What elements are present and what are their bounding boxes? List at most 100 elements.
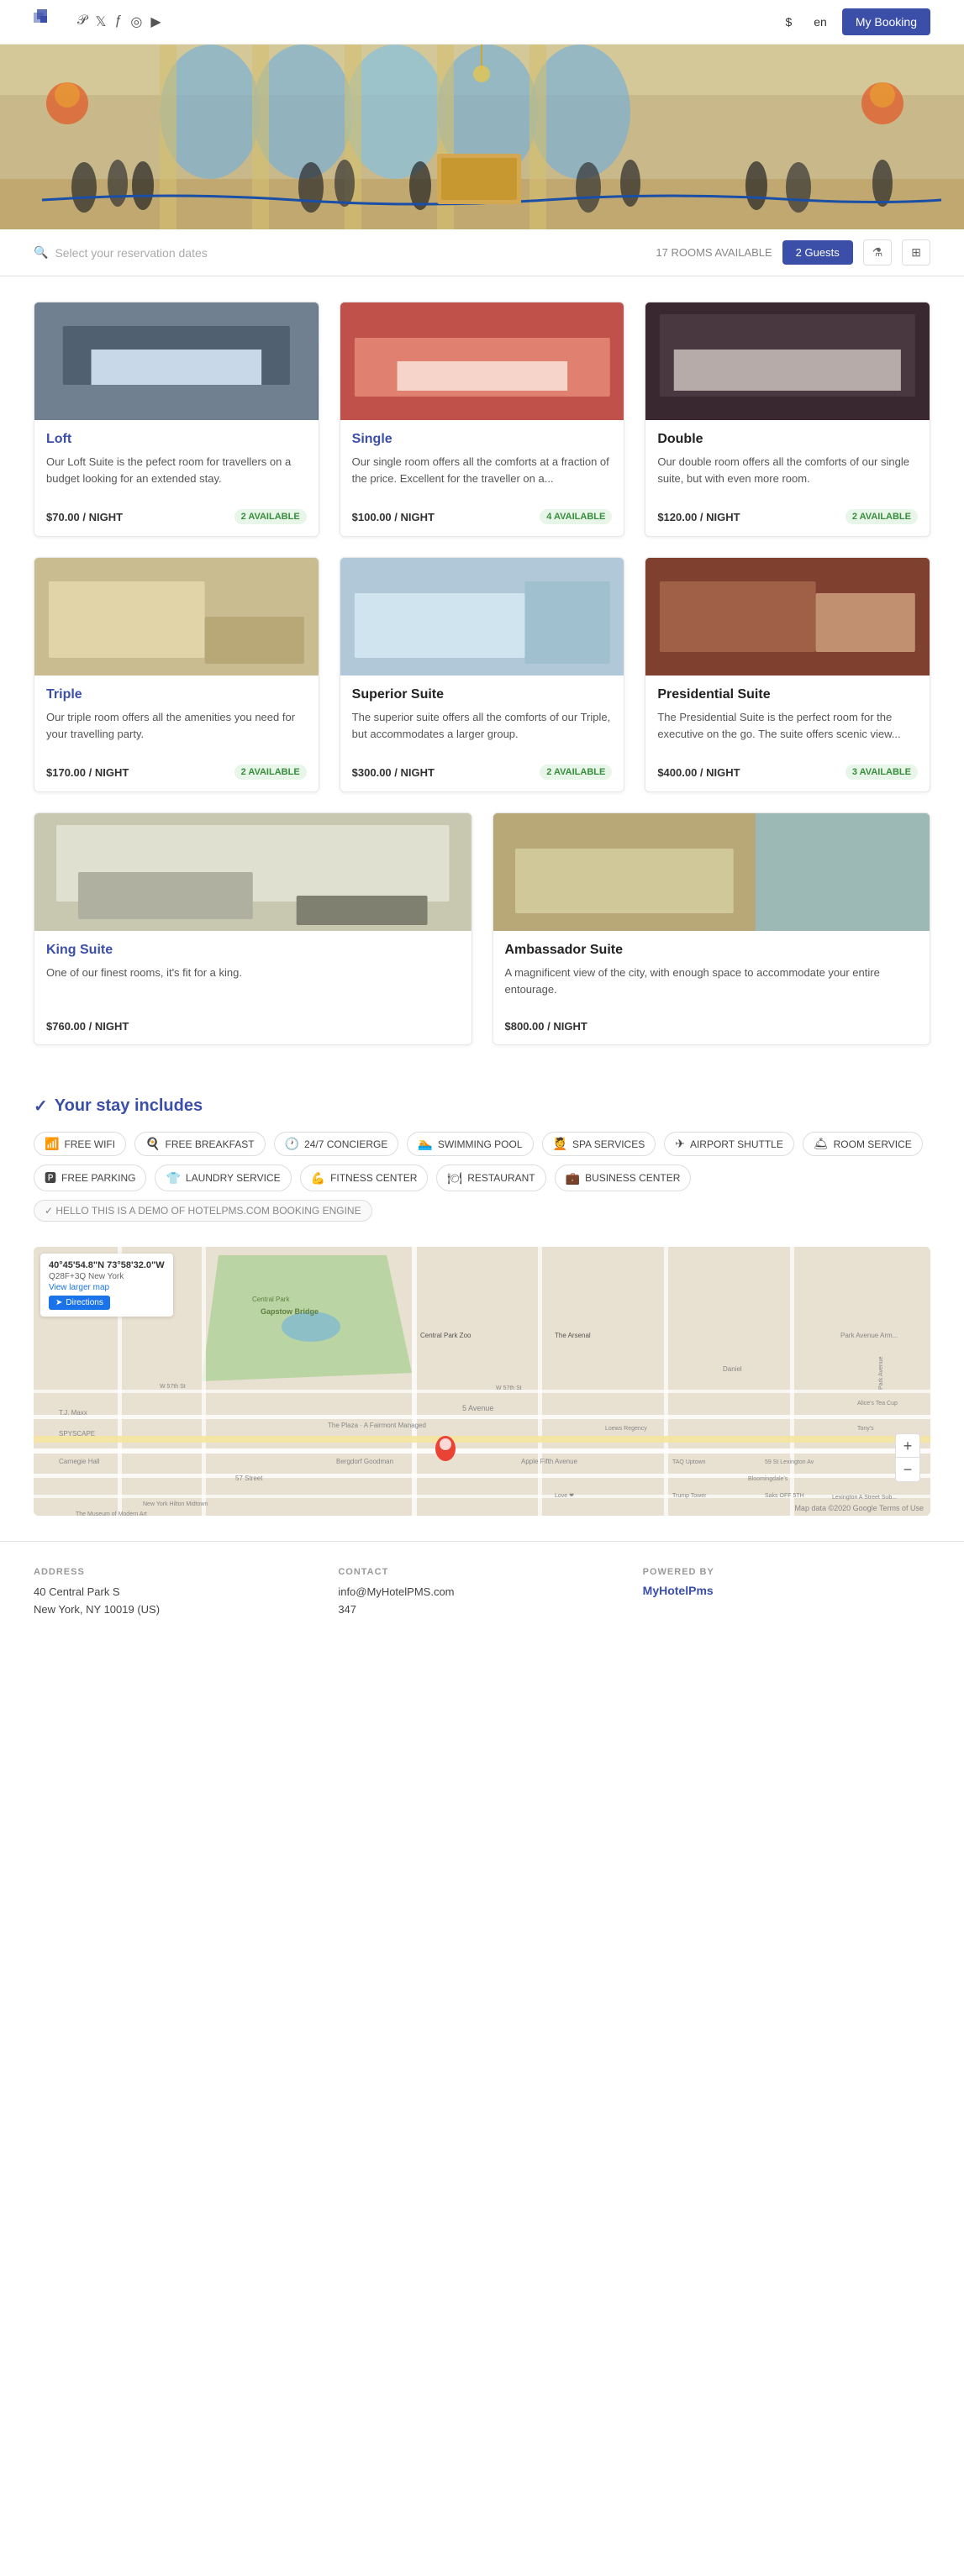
double-price: $120.00 / NIGHT [657,511,740,523]
double-availability: 2 AVAILABLE [845,509,918,524]
amenity-laundry: 👕 LAUNDRY SERVICE [155,1164,291,1191]
twitter-icon[interactable]: 𝕏 [96,13,107,30]
my-booking-button[interactable]: My Booking [842,8,930,35]
svg-text:Lexington A Street Sub...: Lexington A Street Sub... [832,1495,897,1501]
rooms-grid-row2: King Suite One of our finest rooms, it's… [34,812,930,1045]
footer-powered-by-link[interactable]: MyHotelPms [643,1584,714,1597]
room-card-presidential: Presidential Suite The Presidential Suit… [645,557,930,792]
directions-icon: ➤ [55,1298,62,1307]
superior-availability: 2 AVAILABLE [540,765,612,780]
loft-title: Loft [46,432,307,447]
search-placeholder: Select your reservation dates [55,246,207,260]
room-service-icon: 🛎 [814,1137,829,1151]
triple-title: Triple [46,687,307,702]
triple-price: $170.00 / NIGHT [46,766,129,779]
amenities-list: 📶 FREE WIFI 🍳 FREE BREAKFAST 🕐 24/7 CONC… [34,1132,930,1222]
map-zoom-in-button[interactable]: + [896,1434,919,1458]
room-card-double: Double Our double room offers all the co… [645,302,930,537]
currency-button[interactable]: $ [778,12,798,32]
svg-text:Love ❤: Love ❤ [555,1493,574,1499]
amenity-fitness-label: FITNESS CENTER [330,1172,417,1184]
single-price: $100.00 / NIGHT [352,511,435,523]
presidential-card-body: Presidential Suite The Presidential Suit… [645,676,930,791]
amenity-room-service: 🛎 ROOM SERVICE [803,1132,923,1156]
svg-text:The Plaza · A Fairmont Managed: The Plaza · A Fairmont Managed [328,1422,426,1429]
youtube-icon[interactable]: ▶ [150,13,161,30]
view-larger-map-link[interactable]: View larger map [49,1283,165,1292]
amenity-spa: 💆 SPA SERVICES [542,1132,656,1156]
svg-text:TAQ Uptown: TAQ Uptown [672,1459,706,1465]
king-footer: $760.00 / NIGHT [46,1020,460,1033]
search-input-wrapper[interactable]: 🔍 Select your reservation dates [34,245,645,260]
superior-footer: $300.00 / NIGHT 2 AVAILABLE [352,765,613,780]
king-card-body: King Suite One of our finest rooms, it's… [34,931,471,1044]
footer-contact-label: CONTACT [338,1567,625,1577]
room-card-triple: Triple Our triple room offers all the am… [34,557,319,792]
room-card-superior: Superior Suite The superior suite offers… [340,557,625,792]
footer-contact-col: CONTACT info@MyHotelPMS.com 347 [338,1567,625,1619]
map-zoom-out-button[interactable]: − [896,1458,919,1481]
ambassador-desc: A magnificent view of the city, with eno… [505,965,919,1008]
demo-notice-text: ✓ HELLO THIS IS A DEMO OF HOTELPMS.COM B… [45,1205,361,1217]
amenity-pool: 🏊 SWIMMING POOL [407,1132,533,1156]
presidential-availability: 3 AVAILABLE [845,765,918,780]
amenity-wifi-label: FREE WIFI [64,1138,115,1150]
header-left: 𝒫 𝕏 ƒ ◎ ▶ [34,9,161,34]
map-container[interactable]: 5 Avenue The Plaza · A Fairmont Managed … [34,1247,930,1516]
loft-card-body: Loft Our Loft Suite is the pefect room f… [34,420,319,536]
king-title: King Suite [46,943,460,958]
header-right: $ en My Booking [778,8,930,35]
single-title: Single [352,432,613,447]
svg-text:Central Park: Central Park [252,1296,290,1303]
map-coordinates: 40°45'54.8"N 73°58'32.0"W [49,1260,165,1270]
ambassador-title: Ambassador Suite [505,943,919,958]
svg-text:Park Avenue Arm...: Park Avenue Arm... [840,1332,898,1339]
king-price: $760.00 / NIGHT [46,1020,129,1033]
guests-button[interactable]: 2 Guests [782,240,853,265]
rooms-available-count: 17 ROOMS AVAILABLE [656,246,772,259]
room-card-loft: Loft Our Loft Suite is the pefect room f… [34,302,319,537]
search-bar: 🔍 Select your reservation dates 17 ROOMS… [0,229,964,276]
language-button[interactable]: en [807,12,834,32]
svg-text:T.J. Maxx: T.J. Maxx [59,1409,87,1417]
svg-text:New York Hilton Midtown: New York Hilton Midtown [143,1501,208,1507]
amenity-laundry-label: LAUNDRY SERVICE [186,1172,281,1184]
svg-text:The Museum of Modern Art: The Museum of Modern Art [76,1511,147,1516]
restaurant-icon: 🍽 [447,1171,462,1185]
amenity-parking-label: FREE PARKING [61,1172,135,1184]
pinterest-icon[interactable]: 𝒫 [77,13,87,30]
footer-address-col: ADDRESS 40 Central Park S New York, NY 1… [34,1567,321,1619]
footer-address-line1: 40 Central Park S [34,1584,321,1601]
amenity-restaurant-label: RESTAURANT [467,1172,535,1184]
instagram-icon[interactable]: ◎ [130,13,142,30]
svg-text:Loews Regency: Loews Regency [605,1426,647,1432]
loft-price: $70.00 / NIGHT [46,511,123,523]
presidential-title: Presidential Suite [657,687,918,702]
single-availability: 4 AVAILABLE [540,509,612,524]
business-center-icon: 💼 [566,1171,580,1185]
logo-icon [34,9,67,34]
spa-icon: 💆 [553,1137,567,1151]
facebook-icon[interactable]: ƒ [114,13,122,30]
parking-icon: 🅿 [45,1170,56,1186]
map-directions-button[interactable]: ➤ Directions [49,1296,110,1310]
ambassador-card-body: Ambassador Suite A magnificent view of t… [493,931,930,1044]
social-icons: 𝒫 𝕏 ƒ ◎ ▶ [77,13,161,30]
grid-view-button[interactable]: ⊞ [902,239,930,265]
amenity-wifi: 📶 FREE WIFI [34,1132,126,1156]
svg-text:Bergdorf Goodman: Bergdorf Goodman [336,1458,393,1465]
svg-text:The Arsenal: The Arsenal [555,1332,591,1339]
double-desc: Our double room offers all the comforts … [657,454,918,497]
double-title: Double [657,432,918,447]
breakfast-icon: 🍳 [145,1137,160,1151]
triple-availability: 2 AVAILABLE [234,765,307,780]
svg-text:Alice's Tea Cup: Alice's Tea Cup [857,1401,898,1406]
filter-button[interactable]: ⚗ [863,239,893,265]
ambassador-footer: $800.00 / NIGHT [505,1020,919,1033]
presidential-desc: The Presidential Suite is the perfect ro… [657,709,918,753]
amenity-concierge: 🕐 24/7 CONCIERGE [274,1132,399,1156]
svg-text:Park Avenue: Park Avenue [878,1356,884,1390]
footer: ADDRESS 40 Central Park S New York, NY 1… [0,1541,964,1644]
footer-contact-phone: 347 [338,1601,625,1619]
footer-address-label: ADDRESS [34,1567,321,1577]
